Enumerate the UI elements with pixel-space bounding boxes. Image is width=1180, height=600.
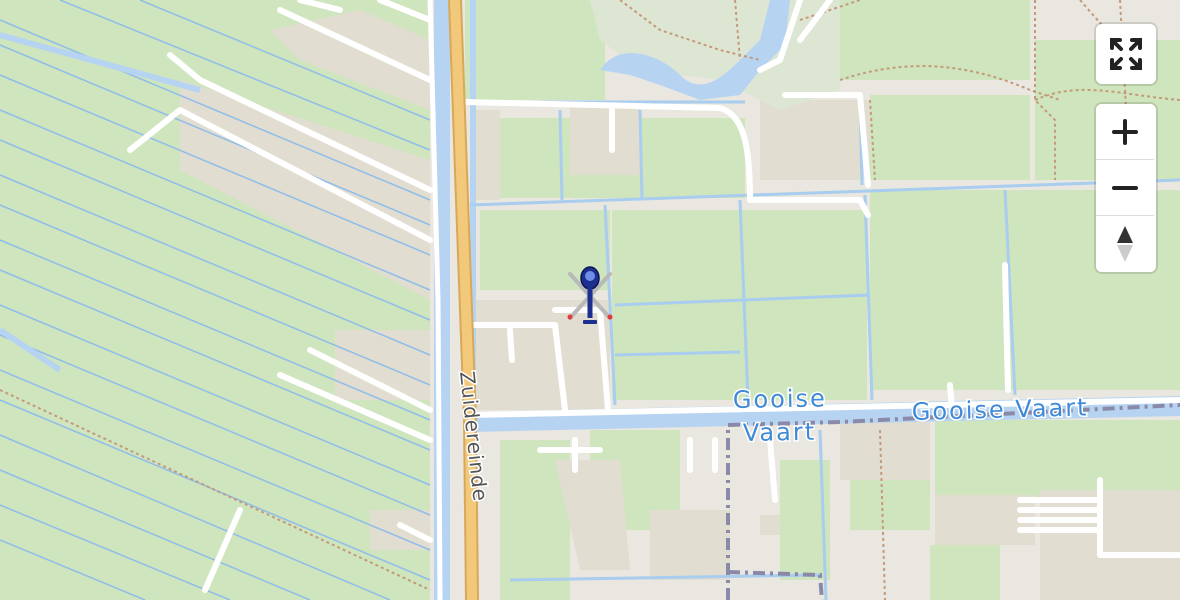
water-label-gooise: Gooise: [733, 384, 827, 414]
map-canvas[interactable]: Gooise Vaart Gooise Vaart Zuidereinde: [0, 0, 1180, 600]
zoom-out-button[interactable]: [1096, 160, 1154, 216]
fullscreen-button[interactable]: [1096, 24, 1156, 84]
plus-icon: [1112, 118, 1138, 145]
zoom-controls: [1096, 104, 1156, 272]
fullscreen-icon: [1110, 38, 1142, 70]
minus-icon: [1112, 185, 1138, 190]
water-label-vaart: Vaart: [743, 418, 817, 447]
compass-icon: [1117, 226, 1133, 262]
zoom-in-button[interactable]: [1096, 104, 1154, 160]
compass-button[interactable]: [1096, 216, 1154, 272]
water-label-gooise-vaart: Gooise Vaart: [911, 393, 1088, 426]
